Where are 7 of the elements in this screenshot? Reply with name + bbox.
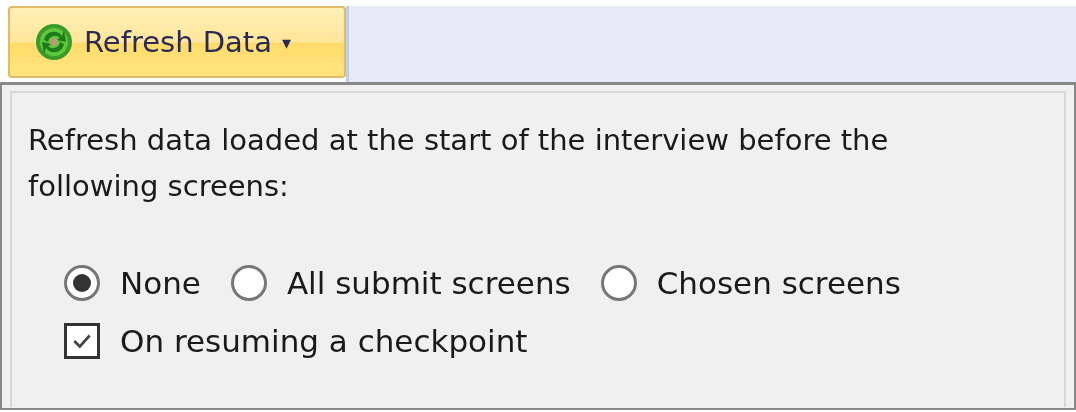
radio-option[interactable]: All submit screens — [230, 265, 571, 301]
radio-option[interactable]: Chosen screens — [600, 265, 901, 301]
checkbox-option[interactable]: On resuming a checkpoint — [64, 323, 1064, 359]
refresh-data-button[interactable]: Refresh Data ▾ — [8, 6, 346, 78]
description-text: Refresh data loaded at the start of the interview before the following screens: — [28, 122, 890, 205]
refresh-icon — [34, 22, 74, 62]
radio-option[interactable]: None — [64, 265, 201, 301]
